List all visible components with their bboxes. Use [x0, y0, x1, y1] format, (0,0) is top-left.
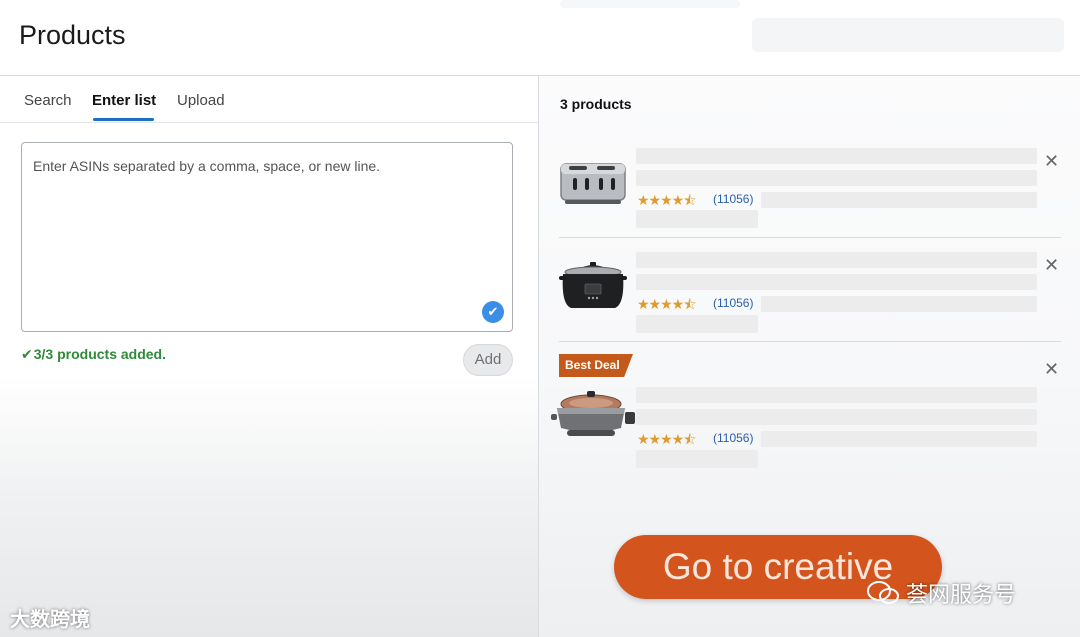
blurred-title-line: [636, 274, 1037, 290]
watermark-text: 荟网服务号: [906, 582, 1017, 607]
asin-entry-panel: Search Enter list Upload ✔ ✔3/3 products…: [0, 76, 538, 637]
blurred-title-line: [636, 148, 1037, 164]
blurred-price-line: [761, 296, 1037, 312]
best-deal-badge: Best Deal: [559, 354, 633, 377]
row-divider: [559, 237, 1061, 238]
remove-product-button[interactable]: ✕: [1044, 152, 1059, 170]
blurred-title-line: [636, 170, 1037, 186]
tab-search[interactable]: Search: [24, 92, 72, 109]
blurred-title-line: [636, 252, 1037, 268]
blurred-price-line: [636, 315, 758, 333]
blurred-price-line: [636, 210, 758, 228]
status-text: 3/3 products added.: [33, 346, 166, 362]
status-message: ✔3/3 products added.: [21, 346, 166, 363]
electric-skillet-image: [551, 391, 635, 436]
blurred-price-line: [761, 431, 1037, 447]
asin-input-box: ✔: [21, 142, 513, 332]
blurred-title-line: [636, 387, 1037, 403]
row-divider: [559, 341, 1061, 342]
product-count: 3 products: [560, 96, 632, 112]
blurred-header-element: [752, 18, 1064, 52]
checkmark-icon: ✔: [482, 301, 504, 323]
page-title: Products: [19, 20, 126, 50]
active-tab-indicator: [93, 118, 154, 121]
remove-product-button[interactable]: ✕: [1044, 360, 1059, 378]
tab-upload[interactable]: Upload: [177, 92, 225, 109]
asin-textarea[interactable]: [22, 143, 512, 331]
toaster-image: [560, 163, 626, 204]
blurred-price-line: [636, 450, 758, 468]
review-count[interactable]: (11056): [713, 296, 753, 310]
slow-cooker-image: [559, 262, 627, 308]
add-button[interactable]: Add: [463, 344, 513, 376]
review-count[interactable]: (11056): [713, 192, 753, 206]
blurred-header-element: [560, 0, 740, 8]
success-check-icon: ✔: [21, 346, 33, 362]
tab-enter-list[interactable]: Enter list: [92, 92, 156, 109]
blurred-price-line: [761, 192, 1037, 208]
header-bar: Products: [0, 0, 1080, 76]
review-count[interactable]: (11056): [713, 431, 753, 445]
wechat-icon: [867, 581, 899, 604]
tab-bar: Search Enter list Upload: [0, 76, 538, 123]
watermark-left: 大数跨境: [10, 609, 90, 631]
watermark-right: 荟网服务号: [866, 577, 1016, 609]
blurred-title-line: [636, 409, 1037, 425]
remove-product-button[interactable]: ✕: [1044, 256, 1059, 274]
